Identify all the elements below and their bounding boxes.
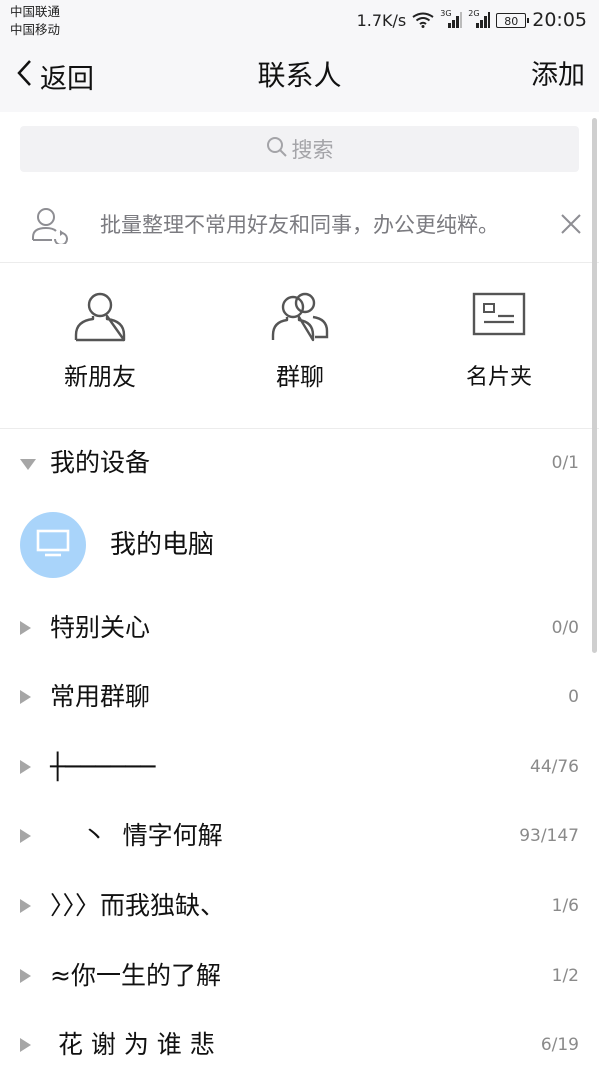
search-input[interactable]: 搜索 [20, 126, 579, 172]
battery-icon: 80 [496, 12, 530, 28]
group-count: 0 [568, 687, 579, 707]
card-holder-button[interactable]: 名片夹 [399, 263, 599, 428]
group-row[interactable]: 特别关心 0/0 [0, 594, 599, 664]
contacts-manage-icon [30, 206, 70, 248]
search-placeholder: 搜索 [291, 138, 334, 162]
group-row[interactable]: 常用群聊 0 [0, 663, 599, 733]
add-button[interactable]: 添加 [531, 56, 585, 96]
group-count: 1/6 [551, 896, 579, 916]
caret-right-icon [20, 690, 31, 704]
group-chats-label: 群聊 [276, 363, 324, 391]
group-row[interactable]: 〉〉〉而我独缺、 1/6 [0, 872, 599, 942]
page-title: 联系人 [257, 59, 342, 92]
group-count: 6/19 [540, 1035, 579, 1055]
monitor-icon [35, 528, 71, 562]
group-name: 常用群聊 [50, 682, 151, 711]
group-count: 0/0 [551, 618, 579, 638]
network-speed: 1.7K/s [356, 10, 407, 30]
nav-bar: 返回 联系人 添加 [0, 40, 599, 112]
group-name: 特别关心 [50, 613, 151, 642]
caret-right-icon [20, 621, 31, 635]
device-item[interactable]: 我的电脑 [0, 500, 599, 590]
group-row[interactable]: 花 谢 为 谁 悲 6/19 [0, 1011, 599, 1081]
quick-actions: 新朋友 群聊 名片夹 [0, 263, 599, 429]
group-count: 1/2 [551, 966, 579, 986]
status-indicators: 1.7K/s 3G 2G 80 20:05 [357, 8, 587, 32]
clock: 20:05 [532, 9, 587, 31]
group-name: 〉〉〉而我独缺、 [50, 891, 226, 920]
signal-2g-icon: 2G [468, 9, 491, 29]
search-icon [266, 136, 288, 163]
carrier-name-2: 中国移动 [10, 22, 61, 37]
group-icon [200, 291, 400, 343]
card-holder-label: 名片夹 [465, 365, 532, 390]
group-row[interactable]: 我的设备 0/1 [0, 429, 599, 499]
avatar [20, 512, 86, 578]
caret-down-icon [20, 459, 36, 470]
tip-text: 批量整理不常用好友和同事，办公更纯粹。 [100, 213, 499, 237]
scrollbar[interactable] [592, 118, 597, 653]
group-row[interactable]: ≈你一生的了解 1/2 [0, 942, 599, 1012]
caret-right-icon [20, 969, 31, 983]
group-row[interactable]: 丶 情字何解 93/147 [0, 802, 599, 872]
group-count: 44/76 [530, 757, 579, 777]
group-chats-button[interactable]: 群聊 [200, 263, 400, 428]
caret-right-icon [20, 760, 31, 774]
caret-right-icon [20, 1038, 31, 1052]
close-icon[interactable] [559, 212, 583, 240]
group-count: 0/1 [551, 453, 579, 473]
signal-3g-icon: 3G [440, 9, 463, 29]
card-icon [399, 291, 599, 337]
group-count: 93/147 [519, 826, 579, 846]
group-name: ≈你一生的了解 [50, 961, 221, 990]
caret-right-icon [20, 899, 31, 913]
group-name: 我的设备 [50, 448, 151, 477]
carrier-name-1: 中国联通 [10, 4, 61, 19]
wifi-icon [412, 12, 434, 28]
group-name: 丶 情字何解 [50, 821, 223, 850]
status-bar: 中国联通 中国移动 1.7K/s 3G 2G 80 20:05 [0, 0, 599, 40]
tip-banner[interactable]: 批量整理不常用好友和同事，办公更纯粹。 [0, 188, 599, 263]
caret-right-icon [20, 829, 31, 843]
device-name: 我的电脑 [110, 530, 215, 560]
search-section: 搜索 [0, 112, 599, 188]
group-name: 花 谢 为 谁 悲 [50, 1030, 215, 1059]
group-name: ┼────── [50, 752, 156, 781]
group-row[interactable]: ┼────── 44/76 [0, 733, 599, 803]
person-icon [0, 291, 200, 343]
new-friends-button[interactable]: 新朋友 [0, 263, 200, 428]
new-friends-label: 新朋友 [64, 363, 136, 391]
